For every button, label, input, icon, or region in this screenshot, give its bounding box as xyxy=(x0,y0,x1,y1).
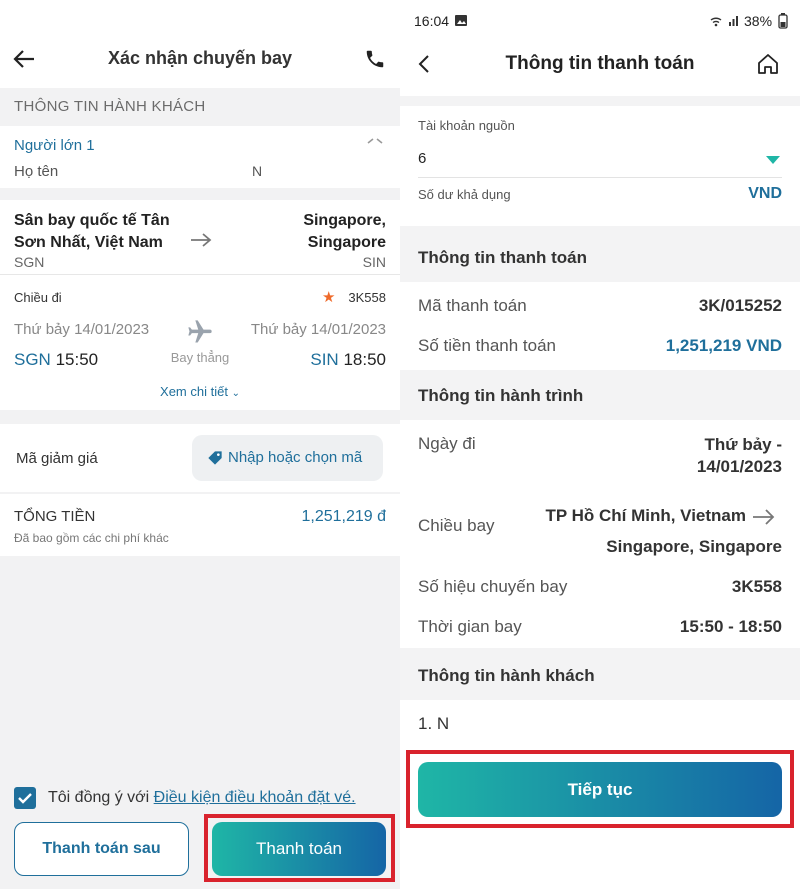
passenger-item: 1. N xyxy=(418,714,450,733)
name-label: Họ tên xyxy=(14,163,59,180)
pay-later-button[interactable]: Thanh toán sau xyxy=(14,822,189,876)
payment-amount-value: 1,251,219 VND xyxy=(665,336,782,355)
source-account-select[interactable]: 6 xyxy=(418,142,782,178)
payment-code-label: Mã thanh toán xyxy=(418,296,527,315)
gallery-icon xyxy=(455,15,467,26)
total-row: TỔNG TIỀN Đã bao gồm các chi phí khác 1,… xyxy=(0,494,400,556)
name-value: N xyxy=(252,163,263,179)
chevron-icon[interactable] xyxy=(366,134,384,146)
balance-label: Số dư khả dụng xyxy=(418,187,511,202)
status-time: 16:04 xyxy=(414,13,450,29)
airline-star-icon: ★ xyxy=(322,289,336,306)
origin-name: Sân bay quốc tế Tân Sơn Nhất, Việt Nam xyxy=(14,212,170,251)
destination-code: SIN xyxy=(362,254,386,270)
payment-card: Mã thanh toán 3K/015252 Số tiền thanh to… xyxy=(400,282,800,370)
flight-number-value: 3K558 xyxy=(731,577,782,596)
adult-label: Người lớn 1 xyxy=(14,137,95,154)
arrive-date: Thứ bảy 14/01/2023 xyxy=(250,321,386,338)
payment-info-screen: 16:04 38% Thông tin thanh toán Tài khoản… xyxy=(400,0,800,889)
signal-icon xyxy=(710,16,738,27)
header-bar xyxy=(0,0,400,88)
phone-icon[interactable] xyxy=(364,48,386,70)
battery-icon xyxy=(778,13,788,29)
check-icon xyxy=(18,793,32,804)
to-city: Singapore, Singapore xyxy=(606,537,782,556)
plane-icon xyxy=(188,320,212,343)
date-value: Thứ bảy -14/01/2023 xyxy=(696,435,782,476)
page-title: Thông tin thanh toán xyxy=(505,53,695,74)
battery-percent: 38% xyxy=(744,13,773,29)
flight-number: 3K558 xyxy=(348,290,386,305)
passenger-card[interactable]: Người lớn 1 Họ tên N xyxy=(0,126,400,188)
page-title: Xác nhận chuyến bay xyxy=(107,48,293,68)
tag-icon xyxy=(208,451,222,465)
flight-time-label: Thời gian bay xyxy=(418,617,522,636)
payment-amount-label: Số tiền thanh toán xyxy=(418,336,557,355)
agree-checkbox[interactable] xyxy=(14,787,36,809)
flight-number-label: Số hiệu chuyến bay xyxy=(418,577,568,596)
source-account-label: Tài khoản nguồn xyxy=(418,118,515,133)
discount-button-label: Nhập hoặc chọn mã xyxy=(228,449,363,466)
flight-confirm-screen: Xác nhận chuyến bay THÔNG TIN HÀNH KHÁCH… xyxy=(0,0,400,889)
source-account-card: Tài khoản nguồn 6 Số dư khả dụng VND xyxy=(400,106,800,226)
from-city: TP Hồ Chí Minh, Vietnam xyxy=(545,506,746,525)
itinerary-section-title: Thông tin hành trình xyxy=(418,386,584,405)
total-note: Đã bao gồm các chi phí khác xyxy=(14,531,169,545)
total-label: TỔNG TIỀN xyxy=(14,508,96,525)
direction-label: Chiều bay xyxy=(418,516,495,535)
balance-currency: VND xyxy=(748,185,782,202)
agree-text: Tôi đồng ý với Điều kiện điều khoản đặt … xyxy=(48,789,356,806)
source-account-value: 6 xyxy=(418,150,427,167)
passenger-section-title: Thông tin hành khách xyxy=(418,666,595,685)
chevron-down-icon: ⌄ xyxy=(231,388,240,399)
arrive-time: SIN 18:50 xyxy=(310,350,386,369)
details-link[interactable]: Xem chi tiết ⌄ xyxy=(0,384,400,399)
home-icon[interactable] xyxy=(756,52,780,76)
total-amount: 1,251,219 đ xyxy=(301,508,386,525)
route-arrow-icon xyxy=(191,233,212,247)
terms-link[interactable]: Điều kiện điều khoản đặt vé. xyxy=(154,789,356,806)
continue-button[interactable]: Tiếp tục xyxy=(418,762,782,817)
dropdown-triangle-icon xyxy=(766,156,780,164)
divider xyxy=(0,274,400,275)
depart-date: Thứ bảy 14/01/2023 xyxy=(14,321,150,338)
origin-code: SGN xyxy=(14,254,45,270)
itinerary-card: Ngày đi Thứ bảy -14/01/2023 Chiều bay TP… xyxy=(400,420,800,648)
discount-label: Mã giảm giá xyxy=(16,450,98,467)
payment-code-value: 3K/015252 xyxy=(698,296,782,315)
payment-section-title: Thông tin thanh toán xyxy=(418,248,588,267)
passenger-section-title: THÔNG TIN HÀNH KHÁCH xyxy=(14,98,206,115)
date-label: Ngày đi xyxy=(418,434,476,453)
discount-row: Mã giảm giá Nhập hoặc chọn mã xyxy=(0,424,400,492)
direction-label: Chiều đi xyxy=(14,290,62,305)
destination-name: Singapore, Singapore xyxy=(303,212,386,251)
flight-card: Sân bay quốc tế Tân Sơn Nhất, Việt Nam SG… xyxy=(0,200,400,410)
discount-code-button[interactable]: Nhập hoặc chọn mã xyxy=(192,435,383,481)
route-arrow-icon xyxy=(753,509,775,525)
pay-button[interactable]: Thanh toán xyxy=(212,822,386,876)
flight-time-value: 15:50 - 18:50 xyxy=(679,617,782,636)
